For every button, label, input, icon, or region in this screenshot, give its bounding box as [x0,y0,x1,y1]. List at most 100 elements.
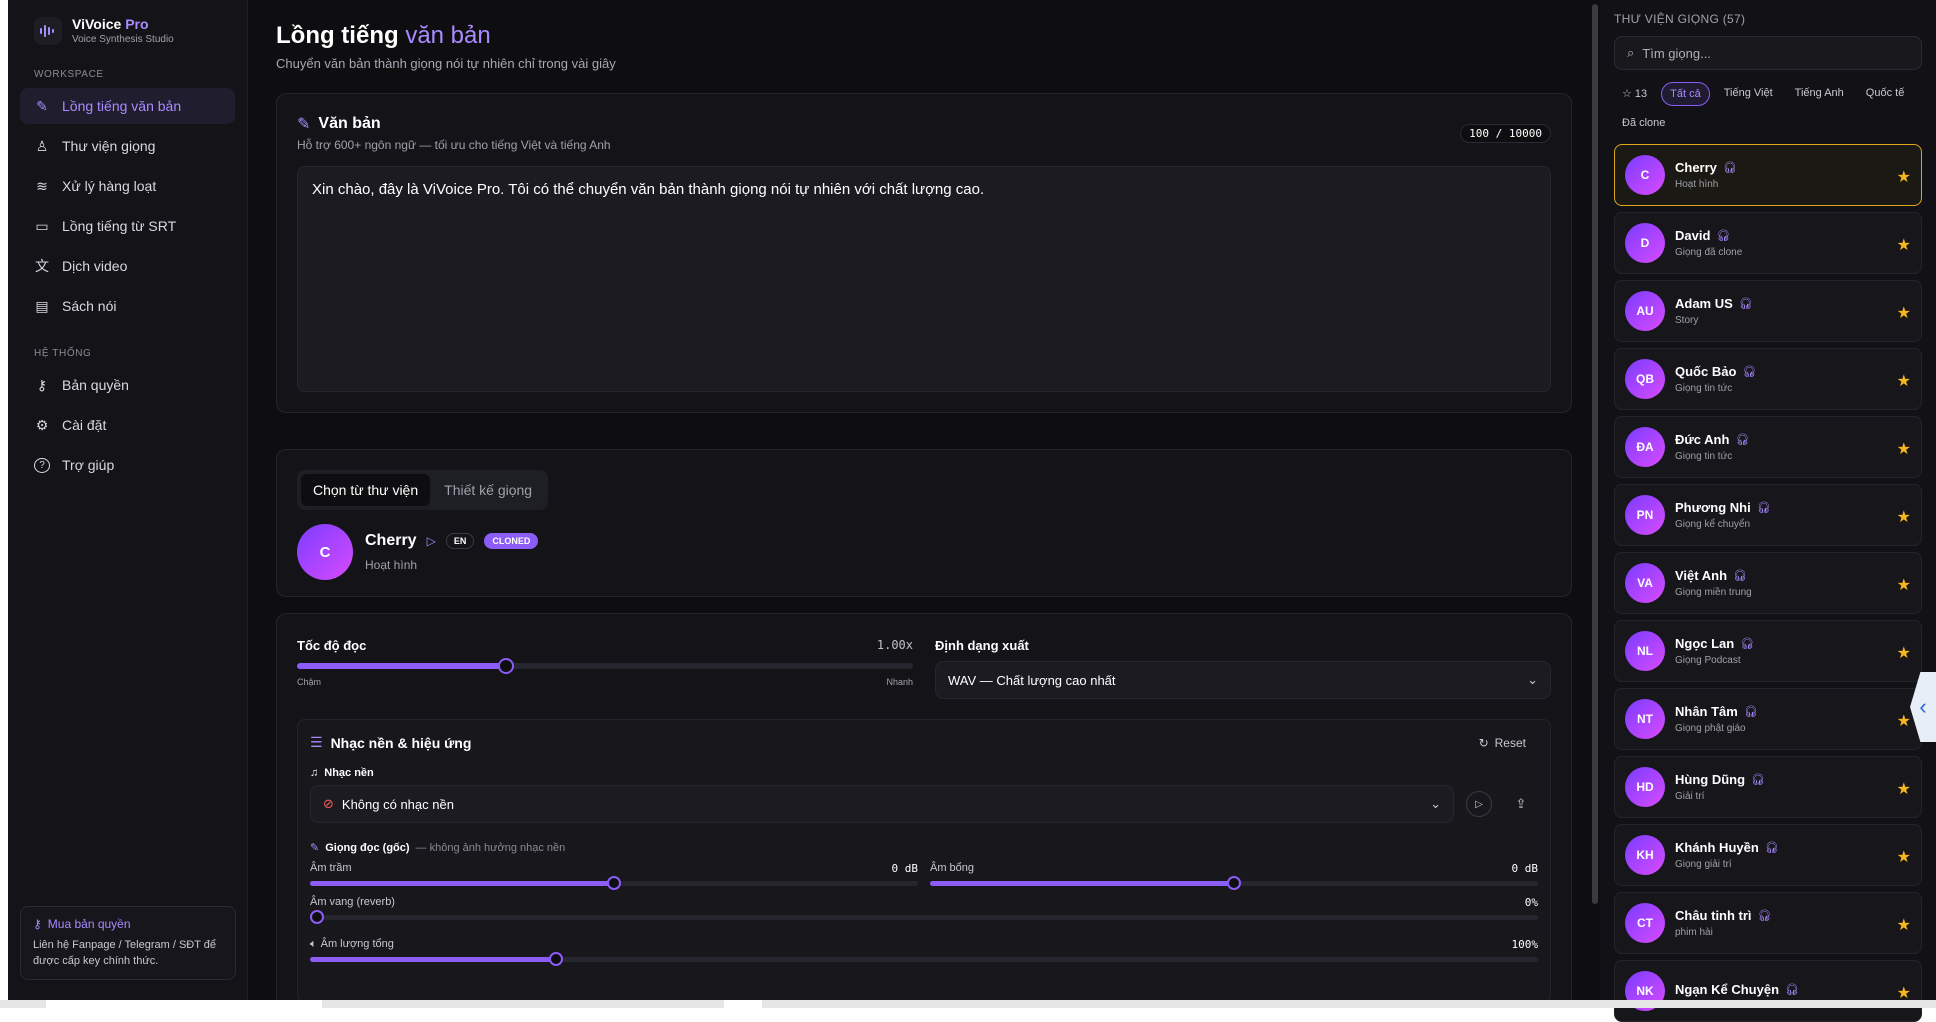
buy-license-card[interactable]: ⚷ Mua bản quyền Liên hệ Fanpage / Telegr… [20,906,236,980]
voice-list-item[interactable]: ĐA Đức Anh 🎧︎ Giọng tin tức ★ [1614,416,1922,478]
headphones-icon[interactable]: 🎧︎ [1785,983,1799,996]
music-select[interactable]: ⊘ Không có nhạc nền ⌄ [310,785,1454,823]
voice-list-item[interactable]: VA Việt Anh 🎧︎ Giọng miền trung ★ [1614,552,1922,614]
voice-list-item[interactable]: NL Ngọc Lan 🎧︎ Giọng Podcast ★ [1614,620,1922,682]
star-icon[interactable]: ★ [1897,915,1911,935]
user-icon: ♙ [35,137,49,154]
star-icon[interactable]: ★ [1897,779,1911,799]
workspace-nav-item-label: Lồng tiếng văn bản [62,98,182,114]
cloned-badge: CLONED [484,533,539,549]
headphones-icon[interactable]: 🎧︎ [1765,841,1779,854]
voice-name: Ngạn Kể Chuyện [1675,981,1780,997]
volume-slider-fill [310,957,556,962]
star-icon[interactable]: ★ [1897,371,1911,391]
voice-list-item[interactable]: KH Khánh Huyền 🎧︎ Giọng giải trí ★ [1614,824,1922,886]
filter-chip[interactable]: Quốc tế [1858,82,1913,106]
workspace-nav-item[interactable]: ▭ Lồng tiếng từ SRT [20,208,235,244]
star-icon[interactable]: ★ [1897,439,1911,459]
star-icon[interactable]: ★ [1897,711,1911,731]
voice-list-item[interactable]: C Cherry 🎧︎ Hoạt hình ★ [1614,144,1922,206]
star-icon[interactable]: ★ [1897,507,1911,527]
workspace-nav-item[interactable]: 文 Dịch video [20,248,235,284]
filter-chip[interactable]: Tiếng Anh [1787,82,1852,106]
volume-slider[interactable] [310,952,1538,966]
key-icon: ⚷ [36,376,48,393]
format-select[interactable]: WAV — Chất lượng cao nhất ⌄ [935,661,1551,699]
workspace-nav-item[interactable]: ♙ Thư viện giọng [20,128,235,164]
reverb-slider-thumb[interactable] [310,910,324,924]
voice-list-item[interactable]: QB Quốc Bảo 🎧︎ Giọng tin tức ★ [1614,348,1922,410]
treble-slider-fill [930,881,1234,886]
headphones-icon[interactable]: 🎧︎ [1744,705,1758,718]
headphones-icon[interactable]: 🎧︎ [1758,909,1772,922]
system-nav-item[interactable]: ⚙ Cài đặt [20,407,235,443]
system-nav-item[interactable]: ? Trợ giúp [20,447,235,483]
headphones-icon[interactable]: 🎧︎ [1733,569,1747,582]
star-icon[interactable]: ★ [1897,575,1911,595]
workspace-nav-item[interactable]: ▤ Sách nói [20,288,235,324]
bass-slider-thumb[interactable] [607,876,621,890]
tab-library[interactable]: Chọn từ thư viện [301,474,431,506]
bottom-bar [0,1000,1936,1008]
headphones-icon[interactable]: 🎧︎ [1751,773,1765,786]
system-nav-item[interactable]: ⚷ Bản quyền [20,367,235,403]
headphones-icon[interactable]: 🎧︎ [1757,501,1771,514]
voice-name: Cherry [1675,160,1717,175]
voice-list-item[interactable]: NT Nhân Tâm 🎧︎ Giọng phật giáo ★ [1614,688,1922,750]
headphones-icon[interactable]: 🎧︎ [1716,229,1730,242]
bottom-bar-segment [46,1000,322,1008]
text-input[interactable]: Xin chào, đây là ViVoice Pro. Tôi có thể… [297,166,1551,392]
star-icon[interactable]: ★ [1897,167,1911,187]
voice-list-item[interactable]: NK Ngạn Kể Chuyện 🎧︎ ★ [1614,960,1922,1022]
format-value: WAV — Chất lượng cao nhất [948,672,1116,688]
bass-slider[interactable] [310,876,918,890]
filter-chip[interactable]: ☆ 13 [1614,82,1655,106]
volume-slider-thumb[interactable] [548,952,563,966]
speed-slider-thumb[interactable] [498,658,515,674]
voice-list-item[interactable]: PN Phương Nhi 🎧︎ Giọng kể chuyển ★ [1614,484,1922,546]
key-icon: ⚷ [33,917,42,931]
voice-list-item[interactable]: D David 🎧︎ Giọng đã clone ★ [1614,212,1922,274]
bass-slider-fill [310,881,614,886]
music-value: Không có nhạc nền [341,796,454,812]
avatar: AU [1625,291,1665,331]
voice-search-input[interactable]: ⌕ Tìm giọng... [1614,36,1922,70]
treble-slider-thumb[interactable] [1227,876,1241,890]
voice-list-item[interactable]: CT Châu tinh trì 🎧︎ phim hài ★ [1614,892,1922,954]
voice-list-item[interactable]: HD Hùng Dũng 🎧︎ Giải trí ★ [1614,756,1922,818]
chevron-down-icon: ⌄ [1527,672,1538,687]
upload-music-button[interactable]: ⇪ [1504,785,1538,823]
treble-value: 0 dB [1511,862,1539,875]
headphones-icon[interactable]: 🎧︎ [1740,637,1754,650]
workspace-nav-item[interactable]: ≋ Xử lý hàng loạt [20,168,235,204]
avatar: D [1625,223,1665,263]
format-control: Định dạng xuất WAV — Chất lượng cao nhất… [935,632,1551,699]
star-icon[interactable]: ★ [1897,847,1911,867]
reset-button[interactable]: ↻ Reset [1479,736,1538,750]
voice-category: Giải trí [1675,791,1705,802]
filter-chip[interactable]: Tất cả [1661,82,1710,106]
voice-category: Giọng giải trí [1675,859,1732,870]
headphones-icon[interactable]: 🎧︎ [1739,297,1753,310]
filter-chip[interactable]: Đã clone [1614,112,1673,134]
pen-icon: ✎ [310,842,320,854]
workspace-nav-item[interactable]: ✎ Lồng tiếng văn bản [20,88,235,124]
speed-value: 1.00x [876,638,913,652]
headphones-icon[interactable]: 🎧︎ [1742,365,1756,378]
filter-chip[interactable]: Tiếng Việt [1716,82,1781,106]
star-icon[interactable]: ★ [1897,235,1911,255]
main-scrollbar[interactable] [1592,4,1598,904]
play-music-button[interactable]: ▷ [1462,785,1496,823]
tab-design-voice[interactable]: Thiết kế giọng [432,474,544,506]
upload-icon: ⇪ [1515,796,1527,811]
star-icon[interactable]: ★ [1897,643,1911,663]
headphones-icon[interactable]: 🎧︎ [1723,161,1737,174]
voice-list-item[interactable]: AU Adam US 🎧︎ Story ★ [1614,280,1922,342]
speed-slider[interactable] [297,658,913,674]
headphones-icon[interactable]: 🎧︎ [1735,433,1749,446]
treble-slider[interactable] [930,876,1538,890]
reverb-slider[interactable] [310,910,1538,924]
play-preview-icon[interactable]: ▷ [427,534,436,548]
star-icon[interactable]: ★ [1897,303,1911,323]
system-nav-item-label: Cài đặt [62,417,107,433]
